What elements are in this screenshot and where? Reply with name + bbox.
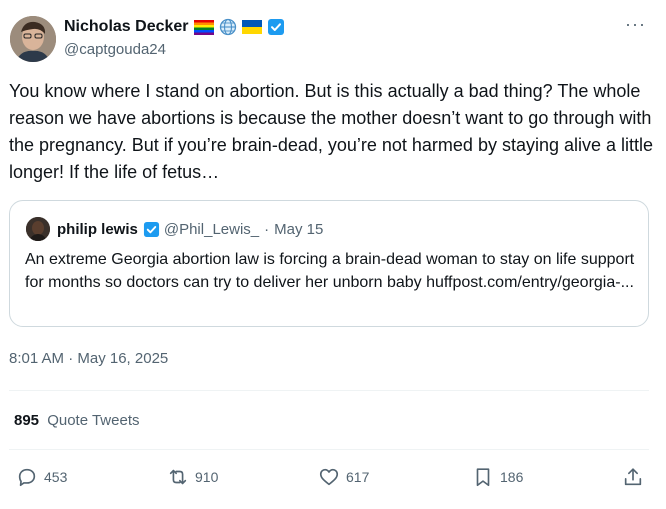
author-avatar[interactable] [10,16,56,62]
bookmark-count: 186 [500,469,524,485]
heart-icon [319,468,339,486]
quoted-tweet[interactable]: philip lewis @Phil_Lewis_ · May 15 An ex… [9,200,649,327]
like-count: 617 [346,469,370,485]
author-handle[interactable]: @captgouda24 [64,41,166,58]
quote-tweets-stat[interactable]: 895 Quote Tweets [14,412,139,429]
verified-badge-icon [267,18,285,36]
quoted-avatar-image [26,217,50,241]
quote-label: Quote Tweets [47,412,140,429]
quoted-author-handle[interactable]: @Phil_Lewis_ [164,221,259,238]
divider [9,390,649,391]
reply-icon [18,468,36,487]
reply-count: 453 [44,469,68,485]
share-button[interactable] [622,466,644,488]
tweet: Nicholas Decker @captgouda24 ··· You kno… [0,0,666,509]
author-name-row: Nicholas Decker [64,16,285,38]
action-bar: 453 910 617 186 [0,466,666,496]
quoted-header: philip lewis @Phil_Lewis_ · May 15 [57,218,323,240]
more-options-icon[interactable]: ··· [625,14,646,35]
author-avatar-image [10,16,56,62]
bookmark-icon [476,468,490,487]
tweet-text: You know where I stand on abortion. But … [9,81,654,182]
tweet-timestamp[interactable]: 8:01 AM · May 16, 2025 [9,350,168,367]
quoted-author-name[interactable]: philip lewis [57,221,138,238]
quote-count: 895 [14,412,40,429]
separator-dot: · [264,220,270,238]
rainbow-flag-icon [193,19,214,35]
quoted-text: An extreme Georgia abortion law is forci… [25,251,635,291]
quoted-date[interactable]: May 15 [274,221,323,238]
bookmark-button[interactable]: 186 [472,466,523,488]
like-button[interactable]: 617 [318,466,369,488]
globe-icon [219,18,237,36]
retweet-button[interactable]: 910 [167,466,218,488]
share-icon [624,468,642,486]
author-name[interactable]: Nicholas Decker [64,18,189,36]
ukraine-flag-icon [241,20,262,34]
retweet-count: 910 [195,469,219,485]
verified-badge-icon [143,221,160,238]
retweet-icon [169,469,187,485]
quoted-author-avatar[interactable] [26,217,50,241]
divider [9,449,649,450]
reply-button[interactable]: 453 [16,466,67,488]
